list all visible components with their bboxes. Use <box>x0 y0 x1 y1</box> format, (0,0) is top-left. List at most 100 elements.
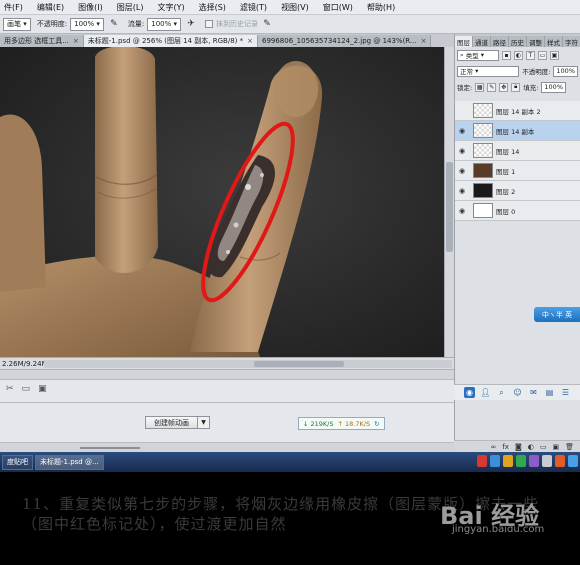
visibility-eye-icon[interactable]: ◉ <box>455 127 469 135</box>
panel-tab[interactable]: 图层 <box>455 36 473 47</box>
opacity-label: 不透明度: <box>36 20 68 28</box>
menu-item[interactable]: 窗口(W) <box>323 2 353 13</box>
tray-app-icon[interactable] <box>477 455 487 467</box>
timeline-divider <box>0 402 454 403</box>
menu-item[interactable]: 图层(L) <box>117 2 144 13</box>
mode-select[interactable]: 画笔 ▾ <box>3 17 31 31</box>
new-layer-icon[interactable]: ▣ <box>552 443 559 451</box>
timeline-zoom-slider[interactable] <box>80 447 140 449</box>
taskbar-button[interactable]: 未标题-1.psd @... <box>35 454 104 470</box>
layer-opacity-field[interactable]: 100% <box>553 65 578 77</box>
fill-field[interactable]: 100% <box>541 81 566 93</box>
filter-pixel-icon[interactable]: ▪ <box>502 50 511 60</box>
ime-toolbar-button[interactable]: 中ヽ半 英 <box>534 307 580 322</box>
adjustment-layer-icon[interactable]: ◐ <box>528 443 534 451</box>
document-tabs: 用多边形 选框工具... × 未标题-1.psd @ 256% (图层 14 副本,… <box>0 34 455 47</box>
tray-ime-icon[interactable] <box>529 455 539 467</box>
document-canvas[interactable] <box>0 47 444 357</box>
filter-adjust-icon[interactable]: ◐ <box>514 50 523 60</box>
horizontal-scroll-thumb[interactable] <box>254 360 344 367</box>
network-speed-widget[interactable]: ↓ 219K/S ↑ 18.7K/S ↻ <box>298 417 385 430</box>
lock-move-icon[interactable]: ✥ <box>499 82 509 92</box>
add-mask-icon[interactable]: ◙ <box>515 443 522 451</box>
panel-tab[interactable]: 路径 <box>491 36 509 47</box>
menu-item[interactable]: 选择(S) <box>199 2 226 13</box>
new-group-icon[interactable]: ▭ <box>540 443 547 451</box>
tray-volume-icon[interactable] <box>542 455 552 467</box>
menu-item[interactable]: 图像(I) <box>78 2 103 13</box>
airbrush-icon[interactable]: ✈ <box>185 18 197 30</box>
create-animation-dropdown[interactable]: ▼ <box>198 416 210 429</box>
document-size: 2.26M/9.24M <box>2 359 48 368</box>
opacity-field[interactable]: 100% ▾ <box>70 17 104 31</box>
search-icon[interactable]: ⌕ <box>496 387 507 398</box>
link-layers-icon[interactable]: ∞ <box>491 443 497 451</box>
menu-item[interactable]: 帮助(H) <box>367 2 395 13</box>
document-tab[interactable]: 用多边形 选框工具... × <box>0 35 84 47</box>
layer-thumbnail <box>473 183 493 198</box>
document-tab[interactable]: 未标题-1.psd @ 256% (图层 14 副本, RGB/8) * × <box>83 35 258 47</box>
pressure-size-icon[interactable]: ✎ <box>261 18 273 30</box>
filter-shape-icon[interactable]: ▭ <box>538 50 547 60</box>
flow-field[interactable]: 100% ▾ <box>147 17 181 31</box>
taskbar-button[interactable]: 度贴吧 <box>2 454 33 470</box>
tray-notify-icon[interactable] <box>503 455 513 467</box>
layer-opacity-label: 不透明度: <box>522 68 551 76</box>
chart-icon[interactable]: ▤ <box>544 387 555 398</box>
menu-item[interactable]: 滤镜(T) <box>240 2 267 13</box>
frame-icon[interactable]: ▣ <box>38 384 47 394</box>
visibility-eye-icon[interactable]: ◉ <box>455 187 469 195</box>
tray-extra-icon[interactable] <box>555 455 565 467</box>
layer-row[interactable]: ◉ 图层 1 <box>455 161 580 181</box>
user-icon[interactable]: 👤︎ <box>480 387 491 398</box>
panel-tab[interactable]: 字符 <box>563 36 580 47</box>
lock-all-icon[interactable]: 🔒︎ <box>511 82 521 92</box>
erase-history-checkbox[interactable] <box>205 20 213 28</box>
layer-row[interactable]: ◉ 图层 0 <box>455 201 580 221</box>
vertical-scroll-thumb[interactable] <box>446 162 453 252</box>
filter-type-icon[interactable]: T <box>526 50 535 60</box>
tray-network-icon[interactable] <box>490 455 500 467</box>
transition-icon[interactable]: ▭ <box>22 384 31 394</box>
menu-item[interactable]: 文字(Y) <box>157 2 184 13</box>
filter-smart-icon[interactable]: ▣ <box>550 50 559 60</box>
kind-filter-select[interactable]: ⌕ 类型 ▾ <box>457 49 499 61</box>
list-icon[interactable]: ☰ <box>560 387 571 398</box>
blend-mode-select[interactable]: 正常 ▾ <box>457 65 520 77</box>
panel-tab[interactable]: 历史 <box>509 36 527 47</box>
menu-item[interactable]: 件(F) <box>4 2 23 13</box>
panel-tab[interactable]: 调整 <box>527 36 545 47</box>
close-icon[interactable]: × <box>247 37 253 45</box>
tray-clock-icon[interactable] <box>568 455 578 467</box>
scissors-icon[interactable]: ✂ <box>6 384 14 394</box>
layer-row[interactable]: ◉ 图层 14 <box>455 141 580 161</box>
layer-row[interactable]: ◉ 图层 2 <box>455 181 580 201</box>
layer-row[interactable]: ◉ 图层 14 副本 <box>455 121 580 141</box>
delete-layer-icon[interactable]: 🗑︎ <box>565 443 574 451</box>
lock-brush-icon[interactable]: ✎ <box>487 82 497 92</box>
refresh-icon[interactable]: ↻ <box>374 420 379 428</box>
message-icon[interactable]: ✉ <box>528 387 539 398</box>
group-icon[interactable]: ☺ <box>512 387 523 398</box>
canvas-horizontal-scrollbar[interactable] <box>44 359 452 368</box>
pressure-opacity-icon[interactable]: ✎ <box>108 18 120 30</box>
panel-tab[interactable]: 样式 <box>545 36 563 47</box>
panel-tab[interactable]: 通道 <box>473 36 491 47</box>
lock-transparent-icon[interactable]: ▦ <box>475 82 485 92</box>
menu-item[interactable]: 编辑(E) <box>37 2 64 13</box>
close-icon[interactable]: × <box>73 37 79 45</box>
visibility-eye-icon[interactable]: ◉ <box>455 147 469 155</box>
opacity-value: 100% <box>74 20 95 28</box>
layer-style-icon[interactable]: fx <box>502 443 509 451</box>
close-icon[interactable]: × <box>421 37 427 45</box>
qq-icon[interactable]: ◉ <box>464 387 475 398</box>
visibility-eye-icon[interactable]: ◉ <box>455 167 469 175</box>
layer-row[interactable]: 图层 14 副本 2 <box>455 101 580 121</box>
canvas-vertical-scrollbar[interactable] <box>444 47 454 357</box>
create-frame-animation-button[interactable]: 创建帧动画 <box>145 416 198 429</box>
document-tab[interactable]: 6996806_105635734124_2.jpg @ 143%(R... × <box>257 35 432 47</box>
menu-item[interactable]: 视图(V) <box>281 2 309 13</box>
layer-name: 图层 14 副本 <box>496 127 535 136</box>
tray-security-icon[interactable] <box>516 455 526 467</box>
visibility-eye-icon[interactable]: ◉ <box>455 207 469 215</box>
